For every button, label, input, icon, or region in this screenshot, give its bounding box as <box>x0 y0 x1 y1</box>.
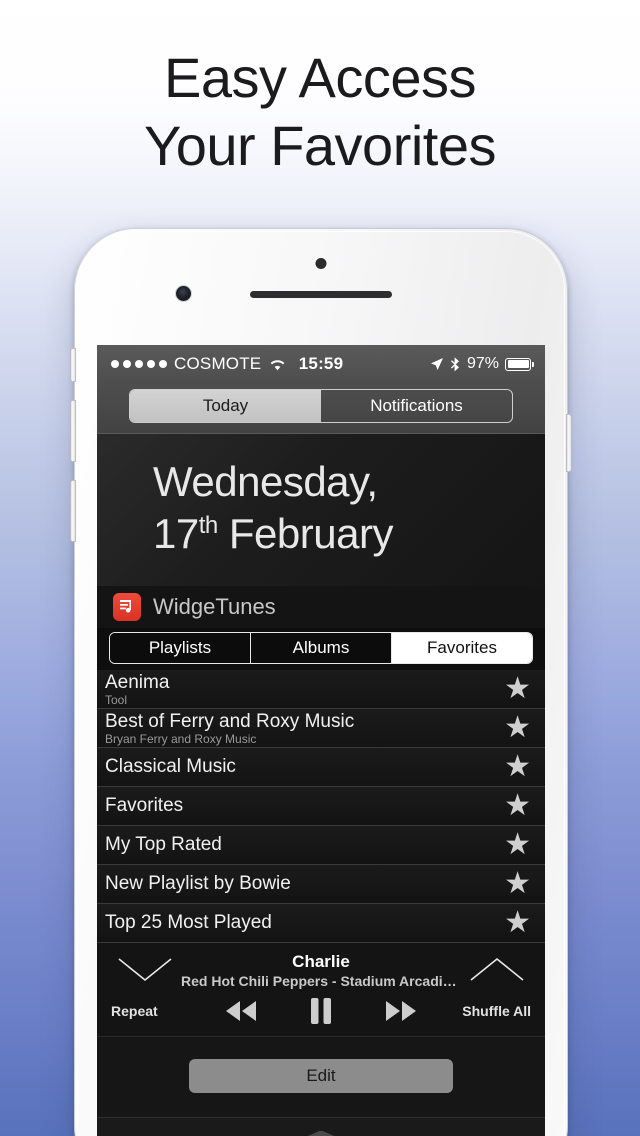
list-item-title: Top 25 Most Played <box>105 912 272 933</box>
front-camera-icon <box>176 286 191 301</box>
tab-notifications[interactable]: Notifications <box>321 390 512 422</box>
bluetooth-icon <box>450 356 461 372</box>
carrier-label: COSMOTE <box>174 354 262 373</box>
notification-center-tabs: Today Notifications <box>97 383 545 433</box>
status-bar: COSMOTE 15:59 97% <box>97 345 545 383</box>
repeat-label[interactable]: Repeat <box>111 1003 197 1019</box>
star-icon[interactable]: ★ <box>504 830 531 860</box>
shuffle-all-label[interactable]: Shuffle All <box>445 1003 531 1019</box>
rewind-icon[interactable] <box>222 998 260 1024</box>
list-item[interactable]: Top 25 Most Played ★ <box>97 904 545 943</box>
list-item-title: Favorites <box>105 795 184 816</box>
list-item[interactable]: My Top Rated ★ <box>97 826 545 865</box>
now-playing-track: Charlie <box>292 952 350 971</box>
list-item[interactable]: New Playlist by Bowie ★ <box>97 865 545 904</box>
list-item-subtitle: Tool <box>105 693 128 707</box>
list-item[interactable]: Best of Ferry and Roxy Music Bryan Ferry… <box>97 709 545 748</box>
widget-segmented-control: Playlists Albums Favorites <box>97 628 545 670</box>
segment-playlists[interactable]: Playlists <box>110 633 251 663</box>
earpiece-speaker <box>250 291 392 298</box>
chevron-down-icon[interactable] <box>117 957 173 988</box>
edit-button[interactable]: Edit <box>189 1059 453 1093</box>
headline-line-1: Easy Access <box>164 46 476 109</box>
widget-header: WidgeTunes <box>97 586 545 628</box>
list-item-title: My Top Rated <box>105 834 222 855</box>
phone-screen: COSMOTE 15:59 97% Today Notifications We… <box>97 345 545 1136</box>
mute-switch[interactable] <box>70 348 76 382</box>
widgetunes-app-icon <box>113 593 141 621</box>
list-item-title: New Playlist by Bowie <box>105 873 291 894</box>
list-item[interactable]: Favorites ★ <box>97 787 545 826</box>
edit-section: Edit <box>97 1037 545 1118</box>
now-playing-artist-album: Red Hot Chili Peppers - Stadium Arcadium <box>181 973 461 989</box>
volume-down-button[interactable] <box>70 480 76 542</box>
volume-up-button[interactable] <box>70 400 76 462</box>
list-item-title: Classical Music <box>105 756 236 777</box>
segment-favorites[interactable]: Favorites <box>392 633 532 663</box>
list-item-title: Best of Ferry and Roxy Music <box>105 710 355 732</box>
star-icon[interactable]: ★ <box>504 908 531 938</box>
notification-center-grabber[interactable] <box>97 1118 545 1136</box>
list-item-title: Aenima <box>105 671 170 693</box>
list-item-subtitle: Bryan Ferry and Roxy Music <box>105 732 257 746</box>
date-day: 17 <box>153 510 199 557</box>
segment-albums[interactable]: Albums <box>251 633 392 663</box>
wifi-icon <box>268 357 287 371</box>
tab-today[interactable]: Today <box>130 390 321 422</box>
star-icon[interactable]: ★ <box>504 791 531 821</box>
phone-mockup: COSMOTE 15:59 97% Today Notifications We… <box>70 228 572 1136</box>
date-ordinal: th <box>198 512 219 539</box>
page-title: Easy Access Your Favorites <box>0 44 640 180</box>
star-icon[interactable]: ★ <box>504 869 531 899</box>
signal-strength-icon <box>111 360 167 368</box>
pause-icon[interactable] <box>308 996 334 1026</box>
star-icon[interactable]: ★ <box>504 713 531 743</box>
list-item[interactable]: Classical Music ★ <box>97 748 545 787</box>
fast-forward-icon[interactable] <box>382 998 420 1024</box>
date-header: Wednesday, 17th February <box>97 433 545 586</box>
location-arrow-icon <box>430 357 444 371</box>
grabber-chevron-icon <box>307 1131 335 1136</box>
proximity-sensor-icon <box>315 258 327 269</box>
date-day-month: 17th February <box>153 508 545 560</box>
favorites-list: Aenima Tool ★ Best of Ferry and Roxy Mus… <box>97 670 545 943</box>
clock-label: 15:59 <box>298 354 344 373</box>
date-weekday: Wednesday, <box>153 458 378 505</box>
date-month: February <box>228 510 394 557</box>
list-item[interactable]: Aenima Tool ★ <box>97 670 545 709</box>
widget-title: WidgeTunes <box>153 594 276 619</box>
headline-line-2: Your Favorites <box>144 114 497 177</box>
chevron-up-icon[interactable] <box>469 957 525 988</box>
battery-percent-label: 97% <box>466 355 500 372</box>
star-icon[interactable]: ★ <box>504 674 531 704</box>
power-button[interactable] <box>566 414 572 472</box>
now-playing-bar: Charlie Red Hot Chili Peppers - Stadium … <box>97 943 545 1037</box>
battery-icon <box>505 357 535 371</box>
star-icon[interactable]: ★ <box>504 752 531 782</box>
